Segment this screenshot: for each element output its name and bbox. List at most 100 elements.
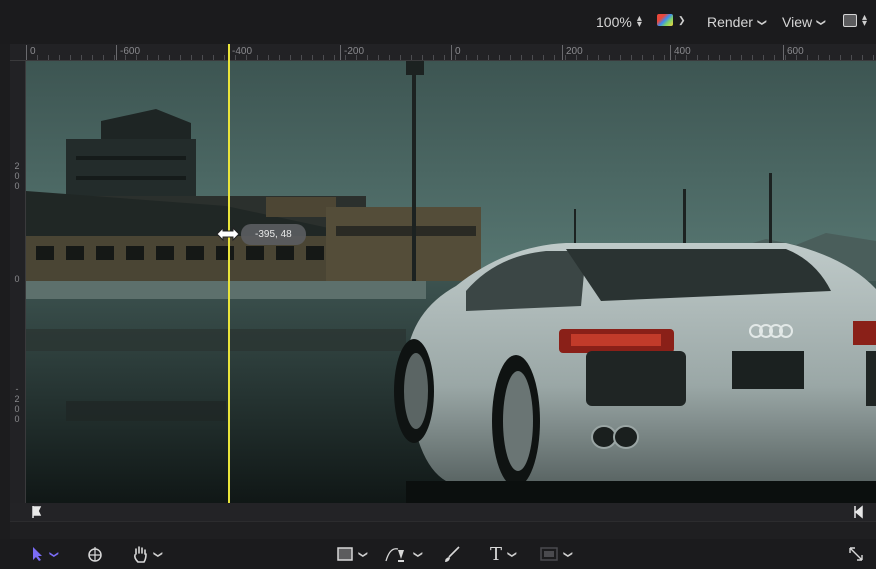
ruler-minor-tick bbox=[180, 55, 181, 60]
arrow-pointer-icon bbox=[33, 547, 42, 561]
paint-tool[interactable] bbox=[443, 544, 461, 564]
out-point-marker-icon[interactable] bbox=[853, 505, 863, 519]
ruler-minor-tick bbox=[323, 55, 324, 60]
render-menu[interactable]: Render ❯ bbox=[707, 14, 768, 30]
ruler-minor-tick bbox=[114, 55, 115, 60]
pan-tool[interactable]: ❯ bbox=[132, 544, 164, 564]
ruler-minor-tick bbox=[158, 55, 159, 60]
ruler-minor-tick bbox=[510, 55, 511, 60]
ruler-minor-tick bbox=[532, 55, 533, 60]
ruler-minor-tick bbox=[213, 55, 214, 60]
chevron-down-icon: ❯ bbox=[153, 550, 164, 558]
ruler-minor-tick bbox=[268, 55, 269, 60]
ruler-minor-tick bbox=[587, 55, 588, 60]
ruler-minor-tick bbox=[411, 55, 412, 60]
ruler-minor-tick bbox=[719, 55, 720, 60]
resize-horizontal-cursor-icon bbox=[216, 226, 240, 242]
ruler-minor-tick bbox=[840, 55, 841, 60]
ruler-minor-tick bbox=[631, 55, 632, 60]
ruler-minor-tick bbox=[741, 55, 742, 60]
canvas-toolbar: ❯ ❯ ❯ ❯ T ❯ ❯ bbox=[0, 539, 876, 569]
ruler-minor-tick bbox=[664, 55, 665, 60]
ruler-minor-tick bbox=[81, 55, 82, 60]
rectangle-icon bbox=[337, 547, 353, 561]
ruler-minor-tick bbox=[653, 55, 654, 60]
ruler-minor-tick bbox=[400, 55, 401, 60]
ruler-label: -600 bbox=[116, 45, 140, 60]
ruler-minor-tick bbox=[697, 55, 698, 60]
ruler-minor-tick bbox=[609, 55, 610, 60]
ruler-minor-tick bbox=[48, 55, 49, 60]
vertical-guide-line[interactable] bbox=[228, 44, 230, 503]
paintbrush-icon bbox=[445, 546, 460, 562]
ruler-minor-tick bbox=[169, 55, 170, 60]
chevron-down-icon: ❯ bbox=[358, 550, 369, 558]
car-photo bbox=[26, 61, 876, 503]
expand-tool[interactable] bbox=[848, 544, 864, 564]
ruler-minor-tick bbox=[147, 55, 148, 60]
render-label: Render bbox=[707, 14, 753, 30]
chevron-down-icon: ❯ bbox=[757, 18, 768, 26]
vertical-ruler[interactable]: 2 0 0 0 - 2 0 0 bbox=[10, 61, 26, 503]
ruler-label: - 2 0 0 bbox=[14, 384, 20, 424]
ruler-minor-tick bbox=[378, 55, 379, 60]
zoom-popup[interactable]: 100% ▴ ▾ bbox=[596, 13, 642, 31]
ruler-minor-tick bbox=[862, 55, 863, 60]
ruler-label: -200 bbox=[340, 45, 364, 60]
ruler-minor-tick bbox=[829, 55, 830, 60]
view-label: View bbox=[782, 14, 813, 30]
ruler-minor-tick bbox=[70, 55, 71, 60]
select-tool[interactable]: ❯ bbox=[32, 544, 59, 564]
background-popup[interactable]: ▴ ▾ bbox=[843, 12, 867, 28]
in-point-marker-icon[interactable] bbox=[32, 505, 42, 519]
color-channels-icon bbox=[657, 14, 673, 26]
updown-arrows-icon: ▴ ▾ bbox=[636, 13, 642, 30]
shape-tool[interactable]: ❯ bbox=[337, 544, 369, 564]
ruler-label: 0 bbox=[26, 45, 36, 60]
chevron-down-icon: ❯ bbox=[816, 18, 827, 26]
bezier-tool[interactable]: ❯ bbox=[384, 544, 423, 564]
ruler-minor-tick bbox=[818, 55, 819, 60]
ruler-minor-tick bbox=[422, 55, 423, 60]
color-channels-popup[interactable]: ❯ bbox=[657, 14, 686, 26]
ruler-minor-tick bbox=[202, 55, 203, 60]
ruler-minor-tick bbox=[444, 55, 445, 60]
zoom-level: 100% bbox=[596, 14, 632, 30]
ruler-minor-tick bbox=[499, 55, 500, 60]
ruler-minor-tick bbox=[312, 55, 313, 60]
guide-position-tooltip: -395, 48 bbox=[241, 224, 306, 245]
anchor-point-icon bbox=[88, 547, 102, 562]
horizontal-ruler[interactable]: 0 -600 -400 -200 0 200 400 600 bbox=[10, 44, 876, 61]
ruler-label: 2 0 0 bbox=[14, 161, 20, 191]
ruler-label: 400 bbox=[670, 45, 691, 60]
mask-icon bbox=[540, 547, 558, 561]
ruler-minor-tick bbox=[279, 55, 280, 60]
canvas-viewer[interactable] bbox=[26, 61, 876, 503]
ruler-minor-tick bbox=[620, 55, 621, 60]
view-menu[interactable]: View ❯ bbox=[782, 14, 827, 30]
ruler-label: 0 bbox=[451, 45, 461, 60]
hand-icon bbox=[134, 545, 147, 563]
ruler-label: 200 bbox=[562, 45, 583, 60]
ruler-minor-tick bbox=[389, 55, 390, 60]
pen-icon bbox=[385, 548, 404, 562]
ruler-minor-tick bbox=[367, 55, 368, 60]
ruler-minor-tick bbox=[257, 55, 258, 60]
ruler-minor-tick bbox=[708, 55, 709, 60]
ruler-label: 0 bbox=[14, 274, 20, 284]
ruler-minor-tick bbox=[92, 55, 93, 60]
ruler-minor-tick bbox=[642, 55, 643, 60]
ruler-minor-tick bbox=[433, 55, 434, 60]
mini-timing-bar[interactable] bbox=[10, 503, 876, 521]
ruler-minor-tick bbox=[730, 55, 731, 60]
ruler-minor-tick bbox=[301, 55, 302, 60]
ruler-minor-tick bbox=[37, 55, 38, 60]
ruler-minor-tick bbox=[103, 55, 104, 60]
chevron-down-icon: ❯ bbox=[678, 14, 686, 25]
ruler-minor-tick bbox=[521, 55, 522, 60]
ruler-minor-tick bbox=[290, 55, 291, 60]
text-tool[interactable]: T ❯ bbox=[490, 544, 518, 565]
chevron-down-icon: ❯ bbox=[507, 550, 518, 558]
anchor-tool[interactable] bbox=[86, 544, 104, 564]
ruler-minor-tick bbox=[598, 55, 599, 60]
